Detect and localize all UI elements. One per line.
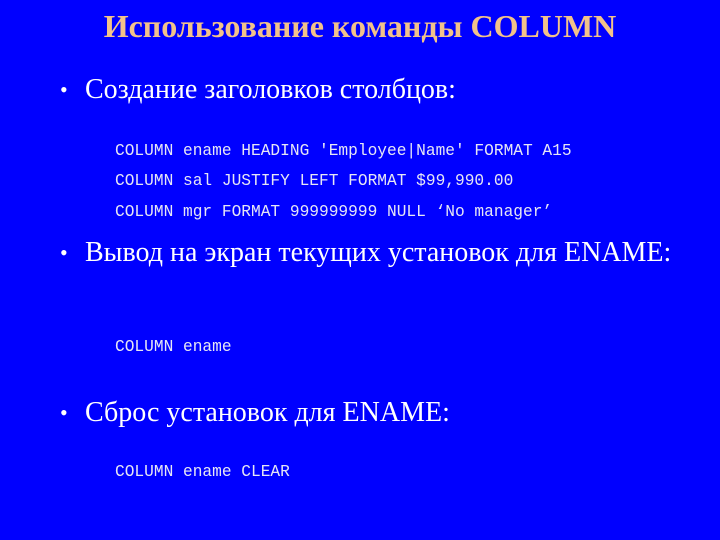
slide-title: Использование команды COLUMN <box>103 8 617 44</box>
code-line: COLUMN ename <box>115 338 232 356</box>
bullet-reset-settings: • Сброс установок для ENAME: <box>60 393 680 433</box>
code-line: COLUMN sal JUSTIFY LEFT FORMAT $99,990.0… <box>115 172 514 190</box>
code-line: COLUMN ename CLEAR <box>115 463 290 481</box>
bullet-icon: • <box>60 400 68 425</box>
code-line: COLUMN ename HEADING 'Employee|Name' FOR… <box>115 142 572 160</box>
bullet-icon: • <box>60 240 68 265</box>
bullet-icon: • <box>60 77 68 102</box>
bullet-text: Создание заголовков столбцов: <box>85 74 456 105</box>
bullet-show-settings: • Вывод на экран текущих установок для E… <box>60 233 680 273</box>
bullet-text: Вывод на экран текущих установок для ENA… <box>85 237 672 268</box>
slide: Использование команды COLUMN • Создание … <box>0 0 720 540</box>
bullet-text: Сброс установок для ENAME: <box>85 397 450 428</box>
bullet-create-headings: • Создание заголовков столбцов: <box>60 70 680 110</box>
code-line: COLUMN mgr FORMAT 999999999 NULL ‘No man… <box>115 203 553 221</box>
